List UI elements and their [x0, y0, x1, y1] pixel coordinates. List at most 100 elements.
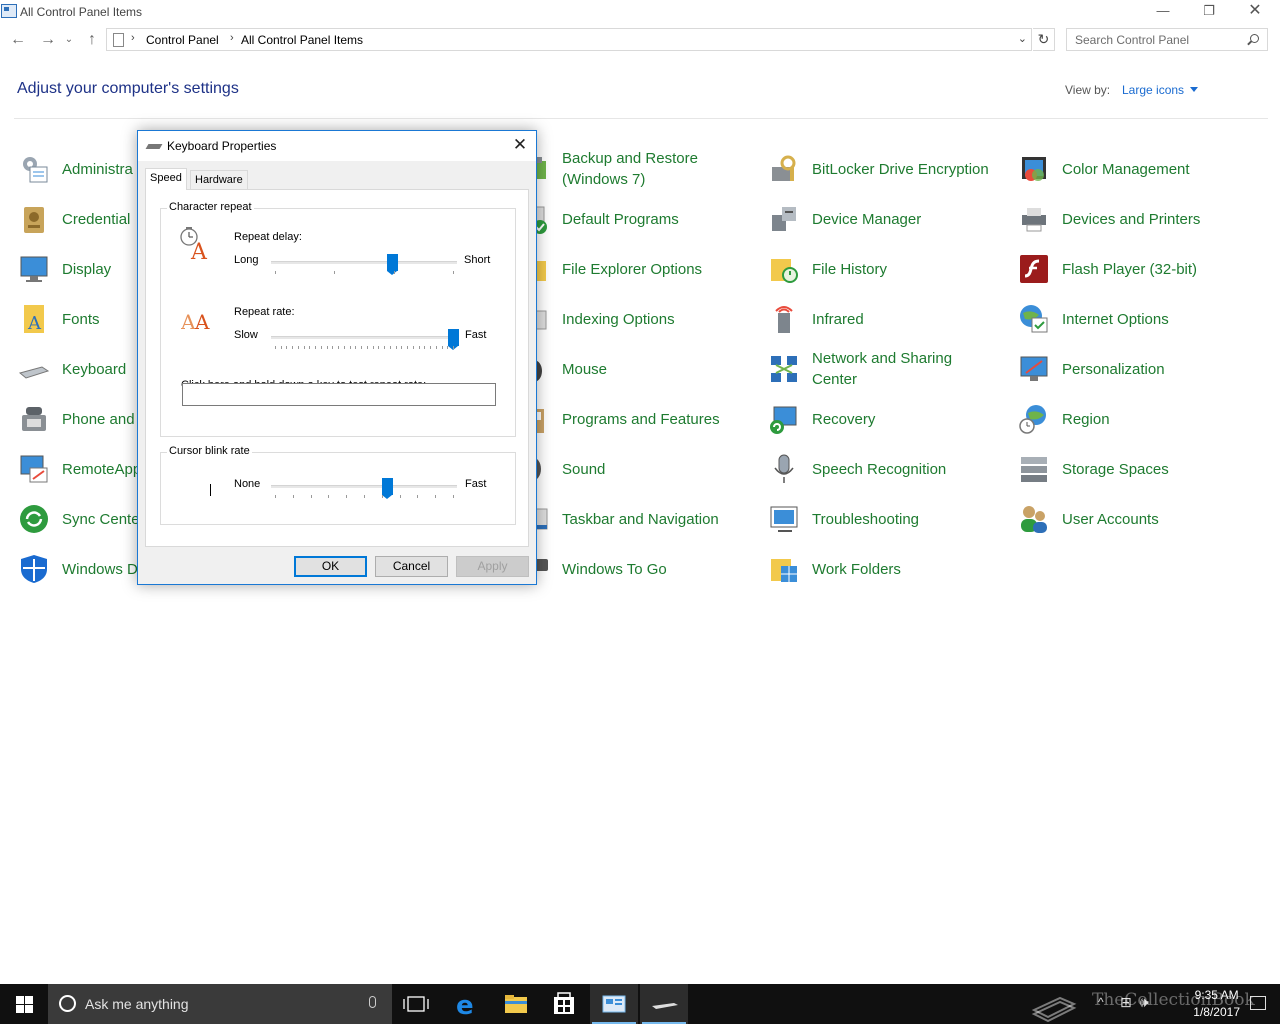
control-panel-icon	[1, 4, 17, 18]
task-view-button[interactable]	[392, 984, 440, 1024]
ok-button[interactable]: OK	[294, 556, 367, 577]
cp-item-bitlocker[interactable]: BitLocker Drive Encryption	[768, 147, 1008, 191]
cursor-blink-slider[interactable]	[271, 478, 457, 502]
cancel-button[interactable]: Cancel	[375, 556, 448, 577]
address-dropdown-chevron-icon[interactable]: ⌄	[1018, 32, 1027, 45]
slider-tick	[361, 346, 363, 349]
bitlocker-icon	[768, 153, 800, 185]
repeat-rate-icon: A A	[181, 310, 210, 333]
page-title: Adjust your computer's settings	[17, 80, 239, 97]
cp-item-color-management[interactable]: Color Management	[1018, 147, 1258, 191]
cp-item-network-sharing[interactable]: Network and Sharing Center	[768, 347, 1008, 391]
slider-tick	[395, 346, 397, 349]
back-arrow-icon[interactable]: ←	[8, 30, 28, 50]
breadcrumb-control-panel[interactable]: Control Panel	[146, 33, 219, 47]
cp-item-label: BitLocker Drive Encryption	[812, 160, 989, 178]
search-box	[1066, 28, 1268, 51]
refresh-icon[interactable]: ↻	[1033, 28, 1055, 51]
cp-item-programs-features[interactable]: Programs and Features	[518, 397, 758, 441]
tab-hardware[interactable]: Hardware	[190, 170, 248, 190]
edge-button[interactable]: e	[444, 984, 492, 1024]
cp-item-indexing-options[interactable]: Indexing Options	[518, 297, 758, 341]
cp-item-backup-restore[interactable]: Backup and Restore (Windows 7)	[518, 147, 758, 191]
cp-item-flash-player[interactable]: Flash Player (32-bit)	[1018, 247, 1258, 291]
windows-logo-icon	[16, 1005, 24, 1013]
address-box[interactable]: › Control Panel › All Control Panel Item…	[106, 28, 1032, 51]
action-center-icon[interactable]	[1250, 996, 1266, 1010]
apply-button[interactable]: Apply	[456, 556, 529, 577]
slider-tick	[435, 495, 437, 498]
start-button[interactable]	[0, 984, 48, 1024]
recovery-icon	[768, 403, 800, 435]
forward-arrow-icon[interactable]: →	[38, 30, 58, 50]
cp-item-work-folders[interactable]: Work Folders	[768, 547, 1008, 591]
keyboard-taskbar-button[interactable]	[640, 984, 688, 1024]
cp-item-mouse[interactable]: Mouse	[518, 347, 758, 391]
cp-item-devices-printers[interactable]: Devices and Printers	[1018, 197, 1258, 241]
cp-item-troubleshooting[interactable]: Troubleshooting	[768, 497, 1008, 541]
cp-item-region[interactable]: Region	[1018, 397, 1258, 441]
file-history-icon	[768, 253, 800, 285]
file-explorer-button[interactable]	[492, 984, 540, 1024]
search-input[interactable]	[1067, 29, 1243, 50]
cp-item-recovery[interactable]: Recovery	[768, 397, 1008, 441]
credential-manager-icon	[18, 203, 50, 235]
search-icon[interactable]	[1250, 34, 1259, 43]
task-view-icon	[403, 996, 429, 1012]
administrative-tools-icon	[18, 153, 50, 185]
group-title: Cursor blink rate	[167, 445, 252, 457]
cp-item-storage-spaces[interactable]: Storage Spaces	[1018, 447, 1258, 491]
repeat-delay-max-label: Short	[464, 254, 491, 266]
slider-tick	[332, 346, 334, 349]
cp-item-infrared[interactable]: Infrared	[768, 297, 1008, 341]
microphone-icon[interactable]	[369, 996, 376, 1008]
blink-min-label: None	[234, 478, 261, 490]
slider-tick	[275, 346, 276, 349]
slider-thumb[interactable]	[387, 254, 399, 275]
storage-spaces-icon	[1018, 453, 1050, 485]
title-bar: All Control Panel Items — ❐ ✕	[0, 0, 1280, 24]
cp-item-device-manager[interactable]: Device Manager	[768, 197, 1008, 241]
cp-item-speech-recognition[interactable]: Speech Recognition	[768, 447, 1008, 491]
repeat-delay-label: Repeat delay:	[234, 231, 302, 243]
slider-track	[271, 261, 457, 264]
slider-tick	[378, 346, 380, 349]
repeat-rate-slider[interactable]	[271, 329, 459, 353]
cp-item-label: Programs and Features	[562, 410, 720, 428]
cortana-search-box[interactable]: Ask me anything	[48, 984, 392, 1024]
cp-item-sound[interactable]: Sound	[518, 447, 758, 491]
store-button[interactable]	[540, 984, 588, 1024]
cp-item-label: Troubleshooting	[812, 510, 920, 528]
close-button[interactable]: ✕	[1232, 0, 1278, 24]
cp-item-windows-to-go[interactable]: Windows To Go	[518, 547, 758, 591]
slider-thumb[interactable]	[448, 329, 459, 350]
dialog-close-button[interactable]: ✕	[504, 131, 536, 161]
slider-track	[271, 336, 457, 339]
display-icon	[18, 253, 50, 285]
svg-text:e: e	[456, 991, 474, 1021]
control-panel-taskbar-button[interactable]	[590, 984, 638, 1024]
breadcrumb-all-items[interactable]: All Control Panel Items	[241, 33, 363, 47]
clock[interactable]: 9:35 AM 1/8/2017	[1193, 987, 1240, 1021]
slider-tick	[447, 346, 449, 349]
restore-button[interactable]: ❐	[1186, 0, 1232, 24]
up-arrow-icon[interactable]: ↑	[82, 30, 102, 50]
minimize-button[interactable]: —	[1140, 0, 1186, 24]
view-by-dropdown[interactable]: Large icons	[1122, 83, 1198, 97]
cp-item-user-accounts[interactable]: User Accounts	[1018, 497, 1258, 541]
cp-item-internet-options[interactable]: Internet Options	[1018, 297, 1258, 341]
repeat-delay-slider[interactable]	[271, 254, 457, 278]
cp-item-file-explorer-options[interactable]: File Explorer Options	[518, 247, 758, 291]
cp-item-file-history[interactable]: File History	[768, 247, 1008, 291]
tab-speed[interactable]: Speed	[145, 168, 187, 190]
cp-item-label: Fonts	[62, 310, 100, 328]
recent-locations-chevron-icon[interactable]: ⌄	[62, 30, 76, 50]
cp-item-label: Flash Player (32-bit)	[1062, 260, 1198, 278]
network-sharing-icon	[768, 353, 800, 385]
cp-item-personalization[interactable]: Personalization	[1018, 347, 1258, 391]
control-panel-icon	[602, 995, 626, 1013]
cp-item-taskbar-navigation[interactable]: Taskbar and Navigation	[518, 497, 758, 541]
slider-thumb[interactable]	[382, 478, 394, 499]
cp-item-default-programs[interactable]: Default Programs	[518, 197, 758, 241]
test-repeat-input[interactable]	[182, 383, 496, 406]
